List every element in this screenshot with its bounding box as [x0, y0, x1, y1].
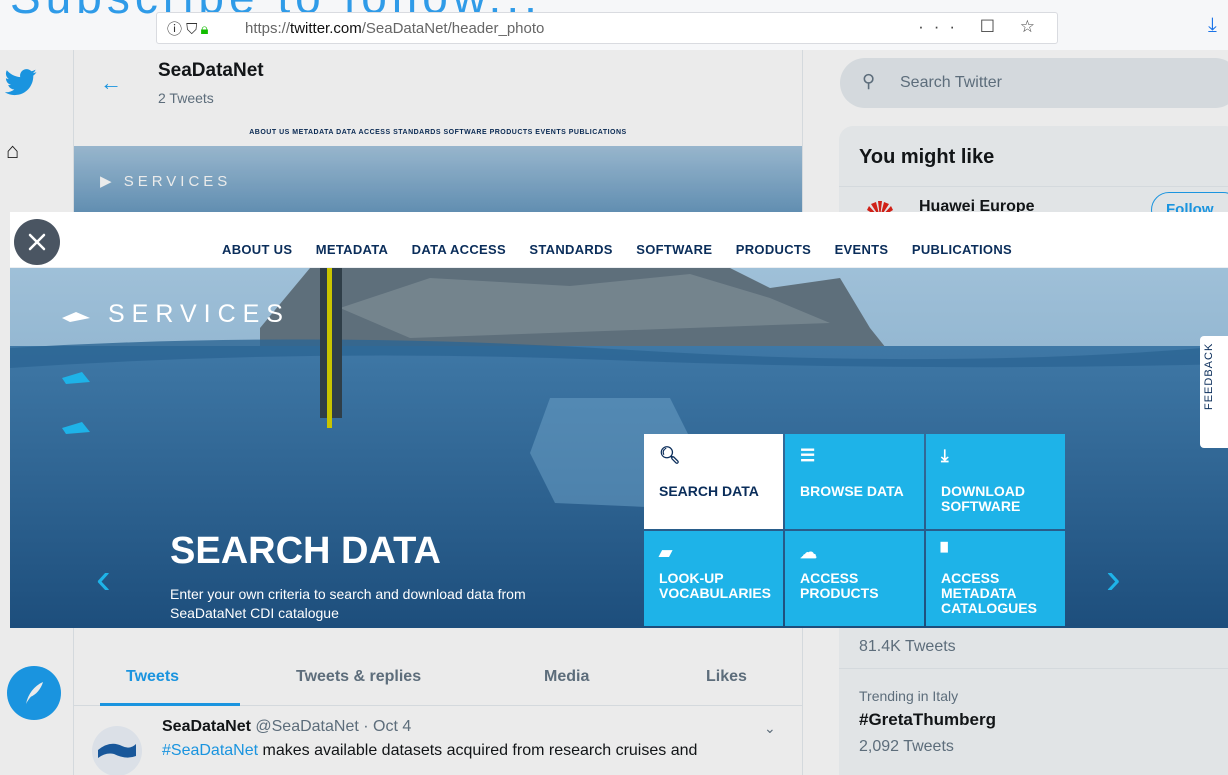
close-icon: [28, 233, 46, 251]
tile-lookup-vocabularies: ▰ LOOK-UP VOCABULARIES: [644, 531, 783, 626]
nav-publications: PUBLICATIONS: [911, 242, 1012, 257]
document-icon: ▘: [941, 543, 955, 562]
nav-about-us: ABOUT US: [222, 242, 293, 257]
search-icon: 🔍︎: [659, 446, 681, 465]
slide-description: Enter your own criteria to search and do…: [170, 585, 640, 623]
header-photo: ABOUT US METADATA DATA ACCESS STANDARDS …: [10, 212, 1228, 628]
service-tiles: 🔍︎ SEARCH DATA ☰ BROWSE DATA ⤓ DOWNLOAD …: [644, 434, 1066, 628]
tile-label: ACCESS PRODUCTS: [800, 570, 879, 601]
carousel-prev-icon: ‹: [96, 554, 111, 603]
url-prefix: https://: [245, 20, 291, 37]
nav-standards: STANDARDS: [529, 242, 613, 257]
nav-software: SOFTWARE: [636, 242, 713, 257]
site-info-icons[interactable]: ⓘ ⛉ 🔒︎: [167, 18, 208, 39]
cloud-icon: ☁: [800, 543, 817, 562]
tile-access-metadata-catalogues: ▘ ACCESS METADATA CATALOGUES: [926, 531, 1065, 626]
nav-products: PRODUCTS: [735, 242, 812, 257]
tile-label: DOWNLOAD SOFTWARE: [941, 483, 1025, 514]
nav-metadata: METADATA: [315, 242, 389, 257]
address-bar[interactable]: ⓘ ⛉ 🔒︎ https://twitter.com/SeaDataNet/hea…: [156, 12, 1058, 44]
tile-label: SEARCH DATA: [659, 483, 759, 499]
nav-data-access: DATA ACCESS: [411, 242, 506, 257]
tile-label: LOOK-UP VOCABULARIES: [659, 570, 772, 601]
carousel-next-icon: ›: [1106, 554, 1121, 603]
url-path: /SeaDataNet/header_photo: [361, 20, 545, 37]
tile-access-products: ☁ ACCESS PRODUCTS: [785, 531, 924, 626]
slide-heading: SEARCH DATA: [170, 530, 441, 572]
url-domain: twitter.com: [290, 20, 362, 37]
browser-toolbar: Subscribe to follow... ⓘ ⛉🔒︎ https://twi…: [0, 0, 1228, 50]
tile-search-data: 🔍︎ SEARCH DATA: [644, 434, 783, 529]
close-button[interactable]: [14, 219, 60, 265]
services-heading: SERVICES: [108, 300, 290, 328]
feedback-label: FEEDBACK: [1203, 342, 1215, 410]
url-text[interactable]: https://twitter.com/SeaDataNet/header_ph…: [245, 20, 544, 37]
download-icon: ⤓: [941, 446, 949, 465]
list-icon: ☰: [800, 446, 816, 465]
shield-icon: ⛉: [186, 21, 198, 38]
description-line-1: Enter your own criteria to search and do…: [170, 586, 526, 602]
screen: Subscribe to follow... ⓘ ⛉🔒︎ https://twi…: [0, 0, 1228, 775]
tile-label: ACCESS METADATA CATALOGUES: [941, 570, 1037, 616]
tile-browse-data: ☰ BROWSE DATA: [785, 434, 924, 529]
book-icon: ▰: [659, 543, 673, 562]
page-actions-icons[interactable]: ··· ☐ ☆: [918, 17, 1045, 37]
tile-download-software: ⤓ DOWNLOAD SOFTWARE: [926, 434, 1065, 529]
feedback-tab: FEEDBACK: [1200, 336, 1228, 448]
nav-events: EVENTS: [834, 242, 889, 257]
lock-icon: 🔒︎: [200, 21, 209, 38]
photo-site-nav: ABOUT US METADATA DATA ACCESS STANDARDS …: [10, 212, 1228, 268]
download-icon[interactable]: ⤓: [1208, 14, 1217, 37]
tile-label: BROWSE DATA: [800, 483, 904, 499]
description-line-2: SeaDataNet CDI catalogue: [170, 605, 339, 621]
